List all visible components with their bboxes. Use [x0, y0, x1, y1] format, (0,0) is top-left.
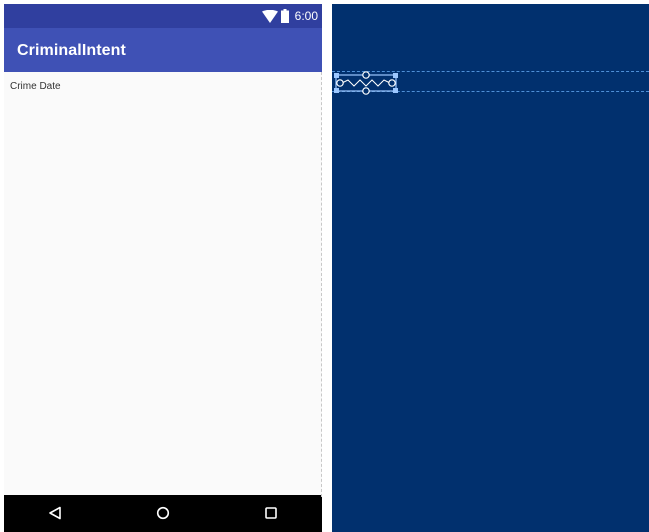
content-area: Crime Date: [4, 72, 322, 495]
back-button[interactable]: [44, 502, 66, 524]
blueprint-view[interactable]: [332, 4, 649, 532]
app-bar: CriminalIntent: [4, 28, 322, 72]
navigation-bar: [4, 495, 322, 532]
status-icons: 6:00: [261, 4, 318, 28]
recents-icon: [265, 507, 277, 519]
pane-divider-line: [321, 72, 322, 497]
wifi-icon: [261, 9, 278, 23]
battery-icon: [280, 9, 289, 23]
home-icon: [156, 506, 170, 520]
home-button[interactable]: [152, 502, 174, 524]
app-title: CriminalIntent: [17, 42, 126, 59]
crime-date-text[interactable]: Crime Date: [10, 81, 61, 92]
pane-separator[interactable]: [322, 0, 332, 532]
back-icon: [49, 506, 61, 520]
status-bar: 6:00: [4, 4, 322, 28]
recents-button[interactable]: [260, 502, 282, 524]
design-preview: 6:00 CriminalIntent Crime Date: [4, 4, 322, 532]
blueprint-textview-widget[interactable]: [334, 71, 398, 95]
status-time: 6:00: [294, 9, 318, 23]
